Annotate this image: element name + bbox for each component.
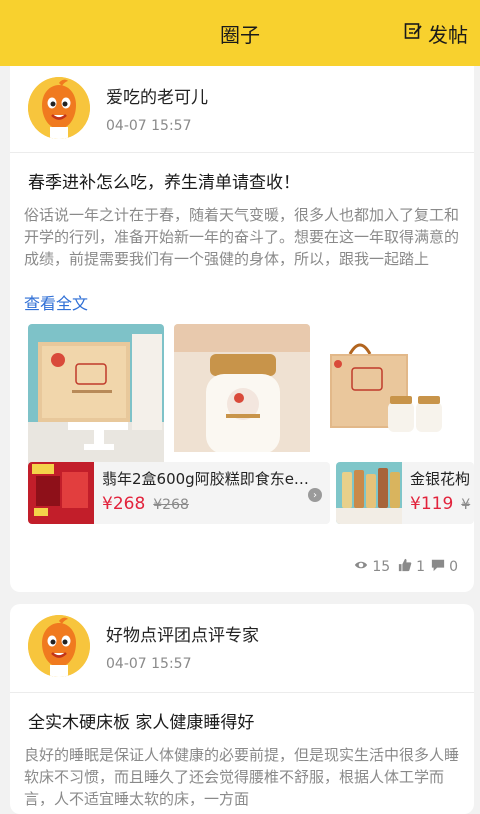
post-stats: 15 1 0 [354, 558, 458, 576]
product-card[interactable]: 金银花枸 ¥119 ¥ [336, 462, 474, 524]
post-card[interactable]: 好物点评团点评专家 04-07 15:57 全实木硬床板 家人健康睡得好 良好的… [10, 604, 474, 814]
post-label: 发帖 [428, 22, 468, 47]
divider [10, 692, 474, 693]
avatar[interactable] [28, 615, 90, 677]
edit-icon [404, 21, 422, 45]
post-images [28, 324, 474, 466]
post-title[interactable]: 全实木硬床板 家人健康睡得好 [28, 708, 254, 733]
product-thumbnail [28, 462, 94, 524]
product-name: 翡年2盒600g阿胶糕即食东e… [102, 470, 309, 488]
divider [10, 152, 474, 153]
author-name[interactable]: 爱吃的老可儿 [106, 83, 208, 108]
post-excerpt[interactable]: 良好的睡眠是保证人体健康的必要前提，但是现实生活中很多人睡软床不习惯，而且睡久了… [24, 744, 460, 810]
chevron-right-icon[interactable]: › [308, 488, 322, 502]
like-count: 1 [416, 559, 426, 575]
post-time: 04-07 15:57 [106, 117, 192, 134]
product-thumbnail [336, 462, 402, 524]
thumbs-up-icon[interactable] [398, 558, 412, 576]
author-name[interactable]: 好物点评团点评专家 [106, 621, 259, 646]
top-bar: 圈子 发帖 [0, 0, 480, 66]
author-row[interactable]: 爱吃的老可儿 04-07 15:57 [28, 77, 208, 139]
comment-icon[interactable] [431, 558, 445, 576]
post-image[interactable] [28, 324, 164, 466]
post-image[interactable] [174, 324, 310, 466]
post-excerpt[interactable]: 俗话说一年之计在于春，随着天气变暖，很多人也都加入了复工和开学的行列，准备开始新… [24, 204, 460, 270]
comment-count: 0 [449, 559, 458, 575]
avatar[interactable] [28, 77, 90, 139]
post-time: 04-07 15:57 [106, 655, 192, 672]
read-more-link[interactable]: 查看全文 [24, 290, 88, 314]
author-row[interactable]: 好物点评团点评专家 04-07 15:57 [28, 615, 259, 677]
product-price: ¥268 [102, 494, 146, 514]
product-original-price: ¥268 [153, 497, 189, 513]
post-title[interactable]: 春季进补怎么吃，养生清单请查收！ [28, 168, 300, 193]
post-image[interactable] [320, 324, 474, 466]
eye-icon [354, 558, 368, 576]
product-original-price: ¥ [461, 497, 471, 513]
page-title: 圈子 [220, 22, 260, 47]
view-count: 15 [372, 559, 391, 575]
post-card[interactable]: 爱吃的老可儿 04-07 15:57 春季进补怎么吃，养生清单请查收！ 俗话说一… [10, 66, 474, 592]
product-price: ¥119 [410, 494, 454, 514]
post-button[interactable]: 发帖 [404, 0, 468, 66]
product-name: 金银花枸 [410, 470, 471, 488]
product-card[interactable]: 翡年2盒600g阿胶糕即食东e… ¥268 ¥268 › [28, 462, 330, 524]
